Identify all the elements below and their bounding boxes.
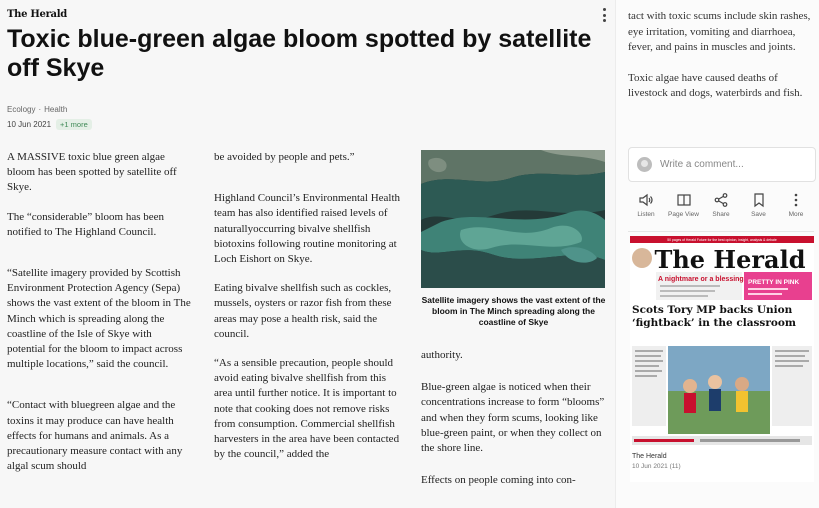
edition-headline: Scots Tory MP backs Union ‘fightback’ in… <box>632 304 796 329</box>
article-paragraph: “Satellite imagery provided by Scottish … <box>7 267 191 371</box>
save-button[interactable]: Save <box>741 192 777 218</box>
user-avatar-icon <box>637 157 652 172</box>
listen-label: Listen <box>637 211 655 218</box>
satellite-image[interactable] <box>421 150 605 288</box>
newspaper-front-page: 50 pages of Herald Future for the best o… <box>630 236 814 482</box>
article-paragraph: The “considerable” bloom has been notifi… <box>7 210 164 238</box>
article-actions: Listen Page View Share Save More <box>628 192 814 218</box>
article-paragraph: be avoided by people and pets.” <box>214 151 355 163</box>
listen-button[interactable]: Listen <box>628 192 664 218</box>
article-paragraph: “As a sensible precaution, people should… <box>214 357 400 461</box>
article-paragraph: tact with toxic scums include skin rashe… <box>628 10 811 54</box>
article-date: 10 Jun 2021 <box>7 120 52 129</box>
image-caption: Satellite imagery shows the vast extent … <box>421 295 606 327</box>
edition-masthead: The Herald <box>655 245 806 274</box>
page-view-icon <box>676 194 691 206</box>
more-options-icon[interactable] <box>598 8 610 22</box>
article-dateline: 10 Jun 2021 +1 more <box>7 119 92 130</box>
page-view-label: Page View <box>668 211 699 218</box>
comment-box[interactable] <box>628 147 816 182</box>
article-paragraph: Blue-green algae is noticed when their c… <box>421 381 605 455</box>
edition-teaser-2: PRETTY IN PINK <box>748 279 799 286</box>
article-paragraph: Eating bivalve shellfish such as cockles… <box>214 282 392 340</box>
article-tags: Ecology · Health <box>7 105 67 114</box>
edition-banner: 50 pages of Herald Future for the best o… <box>667 238 777 242</box>
comment-input[interactable] <box>658 158 802 171</box>
article-paragraph: Effects on people coming into con- <box>421 474 576 487</box>
right-sidebar: tact with toxic scums include skin rashe… <box>615 0 819 508</box>
edition-teaser-1: A nightmare or a blessing? <box>658 276 748 283</box>
bookmark-icon <box>753 193 764 208</box>
more-vertical-icon <box>794 193 798 207</box>
share-icon <box>714 193 728 207</box>
edition-thumbnail[interactable]: 50 pages of Herald Future for the best o… <box>630 236 814 482</box>
article-pane: The Herald Toxic blue-green algae bloom … <box>0 0 615 508</box>
article-paragraph: “Contact with bluegreen algae and the to… <box>7 399 183 473</box>
tag-separator: · <box>38 105 42 114</box>
share-label: Share <box>712 211 730 218</box>
article-paragraph: A MASSIVE toxic blue green algae bloom h… <box>7 151 177 194</box>
article-continuation: tact with toxic scums include skin rashe… <box>628 9 813 117</box>
tag-ecology[interactable]: Ecology <box>7 105 35 114</box>
article-headline: Toxic blue-green algae bloom spotted by … <box>7 25 592 82</box>
more-button[interactable]: More <box>778 192 814 218</box>
tag-health[interactable]: Health <box>44 105 67 114</box>
more-label: More <box>788 211 804 218</box>
sidebar-divider <box>628 231 814 232</box>
speaker-icon <box>639 193 653 207</box>
page-view-button[interactable]: Page View <box>666 192 702 218</box>
article-column-1: A MASSIVE toxic blue green algae bloom h… <box>7 150 193 488</box>
article-paragraph: authority. <box>421 349 463 361</box>
edition-publication: The Herald <box>632 453 667 460</box>
share-button[interactable]: Share <box>703 192 739 218</box>
save-label: Save <box>751 211 766 218</box>
article-column-3: authority. Blue-green algae is noticed w… <box>421 348 606 502</box>
satellite-image-graphic <box>421 150 605 288</box>
more-tags-pill[interactable]: +1 more <box>56 119 92 130</box>
publication-logo: The Herald <box>7 9 67 20</box>
edition-date: 10 Jun 2021 (11) <box>632 463 681 470</box>
article-paragraph: Toxic algae have caused deaths of livest… <box>628 71 803 100</box>
article-paragraph: Highland Council’s Environmental Health … <box>214 192 401 266</box>
article-column-2: be avoided by people and pets.” Highland… <box>214 150 404 476</box>
